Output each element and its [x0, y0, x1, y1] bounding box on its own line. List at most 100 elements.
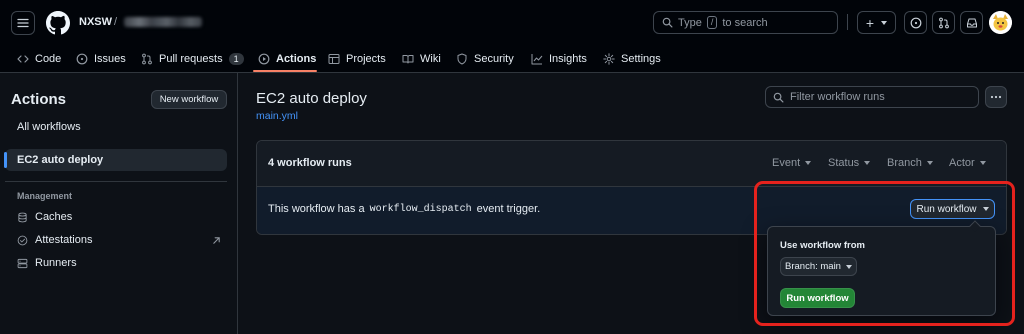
user-avatar[interactable] [989, 11, 1012, 34]
chevron-down-icon [881, 20, 888, 25]
new-workflow-button[interactable]: New workflow [151, 90, 227, 109]
search-placeholder-suffix: to search [722, 16, 768, 29]
repo-nav: Code Issues Pull requests 1 Actions Proj… [0, 44, 1024, 73]
chevron-down-icon [926, 161, 933, 165]
pull-request-icon [938, 17, 949, 28]
table-icon [328, 53, 340, 64]
branch-filter-label: Branch [887, 157, 922, 169]
sidebar-item-ec2-auto-deploy[interactable]: EC2 auto deploy [4, 149, 227, 171]
filter-workflow-runs-input[interactable]: Filter workflow runs [765, 86, 979, 108]
search-shortcut-key: / [706, 16, 718, 29]
search-icon [773, 92, 784, 102]
more-options-button[interactable] [985, 86, 1007, 108]
issue-icon [910, 17, 921, 28]
play-icon [258, 53, 270, 64]
shield-icon [457, 53, 467, 64]
tab-code[interactable]: Code [17, 44, 61, 73]
github-logo[interactable] [46, 11, 70, 35]
sidebar-item-caches[interactable]: Caches [5, 206, 227, 228]
hamburger-icon [17, 18, 29, 28]
runs-count: 4 workflow runs [268, 157, 352, 169]
header-divider [847, 14, 848, 30]
selected-indicator [4, 152, 7, 168]
sidebar-divider [5, 181, 227, 182]
status-filter-label: Status [828, 157, 860, 169]
sidebar-item-label: Runners [35, 257, 77, 269]
sidebar-item-label: EC2 auto deploy [17, 154, 104, 166]
menu-button[interactable] [11, 11, 35, 35]
filter-placeholder: Filter workflow runs [790, 91, 885, 103]
chevron-down-icon [864, 161, 871, 165]
repo-name-redacted[interactable] [124, 17, 202, 27]
event-filter-dropdown[interactable]: Event [772, 152, 812, 174]
tab-insights[interactable]: Insights [531, 44, 587, 73]
pull-requests-button[interactable] [932, 11, 955, 34]
tab-issues[interactable]: Issues [76, 44, 126, 73]
avatar-image [989, 11, 1012, 34]
tab-pull-requests-label: Pull requests [159, 52, 223, 65]
search-input[interactable]: Type / to search [653, 11, 838, 34]
code-icon [17, 54, 29, 63]
gear-icon [603, 52, 615, 65]
issue-icon [76, 53, 88, 64]
search-placeholder-prefix: Type [678, 16, 702, 29]
pull-requests-counter: 1 [228, 52, 244, 65]
workflow-file-link[interactable]: main.yml [256, 110, 298, 122]
dispatch-text-after: event trigger. [476, 203, 541, 215]
sidebar-item-label: Attestations [35, 234, 93, 246]
pull-request-icon [142, 53, 152, 64]
search-icon [662, 17, 673, 28]
database-icon [18, 212, 27, 222]
kebab-horizontal-icon [990, 95, 1002, 99]
inbox-icon [966, 18, 977, 27]
actor-filter-label: Actor [949, 157, 975, 169]
management-heading: Management [17, 191, 73, 201]
page-title: EC2 auto deploy [256, 90, 367, 107]
dispatch-code: workflow_dispatch [369, 203, 472, 215]
tab-projects-label: Projects [346, 52, 386, 65]
arrow-up-right-icon [213, 237, 220, 244]
tab-issues-label: Issues [94, 52, 126, 65]
tab-code-label: Code [35, 52, 62, 65]
graph-icon [531, 53, 543, 64]
tab-settings-label: Settings [621, 52, 661, 65]
sidebar-item-runners[interactable]: Runners [5, 252, 227, 274]
create-new-button[interactable]: + [857, 11, 896, 34]
plus-icon: + [865, 14, 875, 31]
sidebar-item-label: Caches [35, 211, 73, 223]
breadcrumb-separator: / [114, 16, 118, 28]
issues-button[interactable] [904, 11, 927, 34]
actions-sidebar: Actions New workflow All workflows EC2 a… [0, 73, 238, 334]
server-icon [17, 258, 28, 268]
status-filter-dropdown[interactable]: Status [828, 152, 871, 174]
branch-filter-dropdown[interactable]: Branch [887, 152, 933, 174]
verified-icon [17, 235, 28, 245]
tab-wiki[interactable]: Wiki [402, 44, 441, 73]
tab-pull-requests[interactable]: Pull requests 1 [141, 44, 244, 73]
dispatch-notice-text: This workflow has a workflow_dispatch ev… [268, 203, 540, 215]
tab-security[interactable]: Security [456, 44, 514, 73]
highlight-annotation-box [754, 181, 1015, 326]
tab-settings[interactable]: Settings [603, 44, 661, 73]
sidebar-item-label: All workflows [17, 121, 81, 133]
chevron-down-icon [979, 161, 986, 165]
github-mark-icon [46, 11, 70, 35]
sidebar-item-all-workflows[interactable]: All workflows [5, 116, 227, 138]
book-icon [402, 54, 414, 63]
actor-filter-dropdown[interactable]: Actor [949, 152, 986, 174]
tab-security-label: Security [474, 52, 514, 65]
tab-projects[interactable]: Projects [328, 44, 386, 73]
tab-insights-label: Insights [549, 52, 587, 65]
chevron-down-icon [805, 161, 812, 165]
sidebar-title: Actions [11, 91, 67, 108]
sidebar-item-attestations[interactable]: Attestations [5, 229, 227, 251]
tab-actions-label: Actions [276, 52, 317, 65]
inbox-button[interactable] [960, 11, 983, 34]
event-filter-label: Event [772, 157, 801, 169]
tab-actions[interactable]: Actions [258, 44, 316, 73]
top-bar: NXSW / Type / to search + [0, 0, 1024, 44]
active-tab-indicator [253, 70, 317, 72]
dispatch-text-before: This workflow has a [268, 203, 365, 215]
tab-wiki-label: Wiki [420, 52, 441, 65]
repo-owner-link[interactable]: NXSW [79, 16, 112, 28]
